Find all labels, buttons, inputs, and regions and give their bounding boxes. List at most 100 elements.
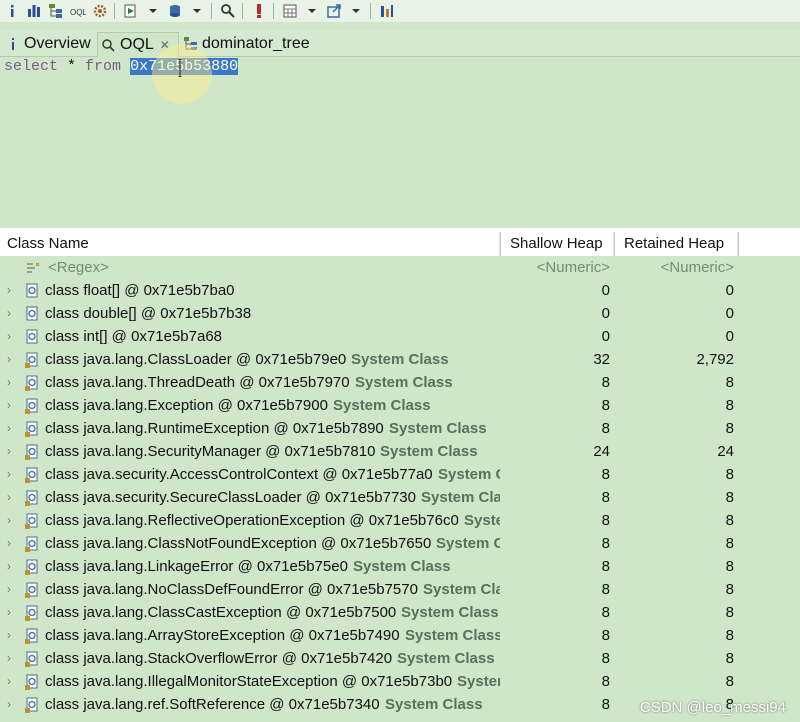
table-row[interactable]: › class java.lang.ClassLoader @ 0x71e5b79… <box>0 348 800 371</box>
class-object-icon <box>25 421 39 437</box>
histogram-icon[interactable] <box>24 1 44 21</box>
chevron-right-icon[interactable]: › <box>7 647 17 670</box>
chevron-right-icon[interactable]: › <box>7 371 17 394</box>
table-row[interactable]: › class double[] @ 0x71e5b7b38 0 0 <box>0 302 800 325</box>
tab-overview[interactable]: Overview <box>2 32 96 56</box>
chevron-right-icon[interactable]: › <box>7 348 17 371</box>
table-row[interactable]: › class java.lang.ArrayStoreException @ 0… <box>0 624 800 647</box>
chevron-down-icon[interactable] <box>346 1 366 21</box>
class-name-text: class java.lang.StackOverflowError @ 0x7… <box>45 650 393 667</box>
table-row[interactable]: › class java.lang.RuntimeException @ 0x71… <box>0 417 800 440</box>
compare-icon[interactable] <box>377 1 397 21</box>
class-name-text: class java.lang.ReflectiveOperationExcep… <box>45 512 459 529</box>
regex-filter-input[interactable]: <Regex> <box>48 256 109 279</box>
retained-heap-cell: 8 <box>725 558 734 575</box>
retained-heap-cell: 8 <box>725 420 734 437</box>
chevron-right-icon[interactable]: › <box>7 670 17 693</box>
chevron-right-icon[interactable]: › <box>7 624 17 647</box>
chevron-right-icon[interactable]: › <box>7 302 17 325</box>
chevron-right-icon[interactable]: › <box>7 555 17 578</box>
class-name-cell: › class java.lang.NoClassDefFoundError @ … <box>0 578 500 601</box>
chevron-down-icon[interactable] <box>187 1 207 21</box>
search-icon[interactable] <box>218 1 238 21</box>
shallow-heap-cell: 8 <box>601 650 610 667</box>
system-class-label: System Class <box>380 443 478 460</box>
shallow-heap-cell: 32 <box>593 351 610 368</box>
retained-heap-cell: 8 <box>725 397 734 414</box>
retained-heap-cell: 2,792 <box>696 351 734 368</box>
editor-tab-bar: Overview OQL ✕ dominator_tree <box>0 30 800 57</box>
class-name-cell: › class float[] @ 0x71e5b7ba0 <box>0 279 500 302</box>
info-icon[interactable] <box>2 1 22 21</box>
calculator-icon[interactable] <box>280 1 300 21</box>
svg-text:OQL: OQL <box>70 8 86 17</box>
table-row[interactable]: › class java.lang.ThreadDeath @ 0x71e5b79… <box>0 371 800 394</box>
class-name-text: class java.security.SecureClassLoader @ … <box>45 489 416 506</box>
table-row[interactable]: › class java.security.AccessControlContex… <box>0 463 800 486</box>
chevron-right-icon[interactable]: › <box>7 394 17 417</box>
table-row[interactable]: › class float[] @ 0x71e5b7ba0 0 0 <box>0 279 800 302</box>
chevron-right-icon[interactable]: › <box>7 417 17 440</box>
system-class-label: System Class <box>438 466 500 483</box>
chevron-down-icon[interactable] <box>143 1 163 21</box>
system-class-label: System Class <box>464 512 500 529</box>
table-row[interactable]: › class java.lang.StackOverflowError @ 0x… <box>0 647 800 670</box>
class-name-text: class java.lang.LinkageError @ 0x71e5b75… <box>45 558 348 575</box>
class-name-cell: › class int[] @ 0x71e5b7a68 <box>0 325 500 348</box>
chevron-down-icon[interactable] <box>302 1 322 21</box>
table-row[interactable]: › class java.lang.ReflectiveOperationExce… <box>0 509 800 532</box>
table-row[interactable]: › class java.lang.LinkageError @ 0x71e5b7… <box>0 555 800 578</box>
retained-heap-cell: 8 <box>725 535 734 552</box>
table-row[interactable]: › class java.lang.NoClassDefFoundError @ … <box>0 578 800 601</box>
column-shallow-heap[interactable]: Shallow Heap <box>500 232 614 256</box>
shallow-filter-input[interactable]: <Numeric> <box>500 256 614 279</box>
table-row[interactable]: › class java.lang.ClassNotFoundException … <box>0 532 800 555</box>
database-icon[interactable] <box>165 1 185 21</box>
export-icon[interactable] <box>324 1 344 21</box>
class-name-text: class java.lang.NoClassDefFoundError @ 0… <box>45 581 418 598</box>
shallow-heap-cell: 8 <box>601 466 610 483</box>
table-row[interactable]: › class java.lang.Exception @ 0x71e5b7900… <box>0 394 800 417</box>
chevron-right-icon[interactable]: › <box>7 440 17 463</box>
select-keyword: select <box>4 58 59 75</box>
toolbar-separator <box>273 3 274 19</box>
cursor-highlight <box>152 44 212 104</box>
toolbar-separator <box>211 3 212 19</box>
dominator-tree-icon[interactable] <box>46 1 66 21</box>
retained-heap-cell: 0 <box>725 282 734 299</box>
chevron-right-icon[interactable]: › <box>7 486 17 509</box>
table-row[interactable]: › class java.lang.ClassCastException @ 0x… <box>0 601 800 624</box>
toolbar-separator <box>370 3 371 19</box>
chevron-right-icon[interactable]: › <box>7 532 17 555</box>
tab-label: dominator_tree <box>202 35 310 52</box>
class-name-cell: › class double[] @ 0x71e5b7b38 <box>0 302 500 325</box>
table-row[interactable]: › class java.lang.IllegalMonitorStateExce… <box>0 670 800 693</box>
retained-filter-input[interactable]: <Numeric> <box>614 256 738 279</box>
chevron-right-icon[interactable]: › <box>7 279 17 302</box>
run-report-icon[interactable] <box>121 1 141 21</box>
column-retained-heap[interactable]: Retained Heap <box>614 232 738 256</box>
oql-editor[interactable]: select * from 0x71e5b53880 <box>0 57 800 230</box>
system-class-label: System Class <box>355 374 453 391</box>
chevron-right-icon[interactable]: › <box>7 463 17 486</box>
chevron-right-icon[interactable]: › <box>7 509 17 532</box>
class-name-text: class java.lang.ClassNotFoundException @… <box>45 535 432 552</box>
retained-heap-cell: 8 <box>725 466 734 483</box>
column-class-name[interactable]: Class Name <box>0 232 500 256</box>
table-row[interactable]: › class java.lang.SecurityManager @ 0x71e… <box>0 440 800 463</box>
table-row[interactable]: › class java.security.SecureClassLoader @… <box>0 486 800 509</box>
class-name-cell: › class java.security.SecureClassLoader @… <box>0 486 500 509</box>
class-name-cell: › class java.lang.ClassLoader @ 0x71e5b79… <box>0 348 500 371</box>
chevron-right-icon[interactable]: › <box>7 693 17 716</box>
class-name-cell: › class java.lang.ClassCastException @ 0x… <box>0 601 500 624</box>
chevron-right-icon[interactable]: › <box>7 578 17 601</box>
results-header: Class Name Shallow Heap Retained Heap <box>0 232 800 256</box>
alert-icon[interactable] <box>249 1 269 21</box>
chevron-right-icon[interactable]: › <box>7 325 17 348</box>
chevron-right-icon[interactable]: › <box>7 601 17 624</box>
retained-heap-cell: 8 <box>725 627 734 644</box>
gear-icon[interactable] <box>90 1 110 21</box>
oql-icon[interactable]: OQL <box>68 1 88 21</box>
table-row[interactable]: › class int[] @ 0x71e5b7a68 0 0 <box>0 325 800 348</box>
class-name-cell: › class java.lang.RuntimeException @ 0x71… <box>0 417 500 440</box>
